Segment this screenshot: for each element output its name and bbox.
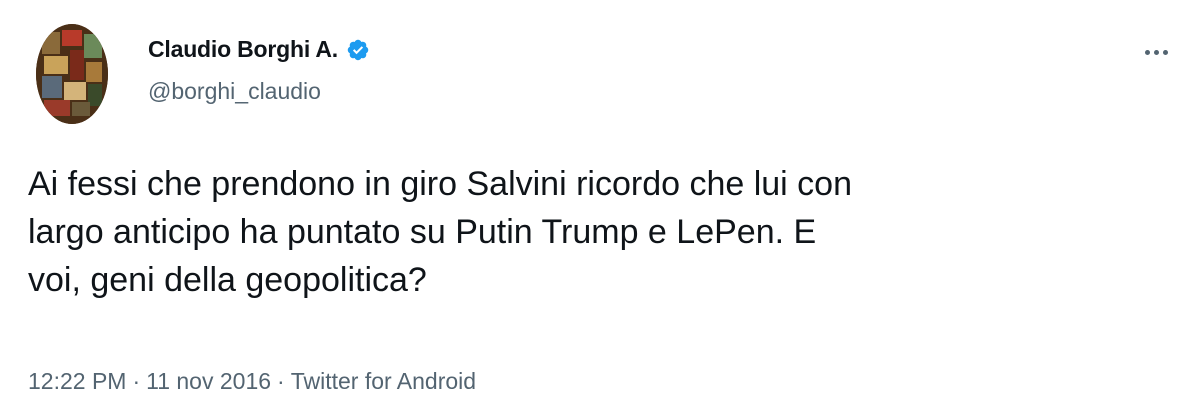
tweet-time[interactable]: 12:22 PM (28, 368, 126, 394)
avatar[interactable] (36, 24, 108, 124)
meta-separator: · (132, 368, 141, 394)
meta-separator: · (277, 368, 285, 394)
tweet-date[interactable]: 11 nov 2016 (146, 368, 271, 394)
avatar-image (36, 24, 108, 124)
author-display-name[interactable]: Claudio Borghi A. (148, 36, 338, 63)
tweet-card: Claudio Borghi A. @borghi_claudio Ai fes… (0, 0, 1200, 407)
tweet-source[interactable]: Twitter for Android (291, 368, 476, 394)
more-icon (1144, 49, 1168, 55)
author-handle[interactable]: @borghi_claudio (148, 78, 321, 105)
author-name-row: Claudio Borghi A. (148, 36, 370, 63)
verified-badge-icon (347, 39, 369, 60)
tweet-text: Ai fessi che prendono in giro Salvini ri… (28, 165, 853, 299)
tweet-metadata: 12:22 PM · 11 nov 2016 · Twitter for Android (28, 368, 476, 395)
more-options-button[interactable] (1136, 38, 1176, 66)
